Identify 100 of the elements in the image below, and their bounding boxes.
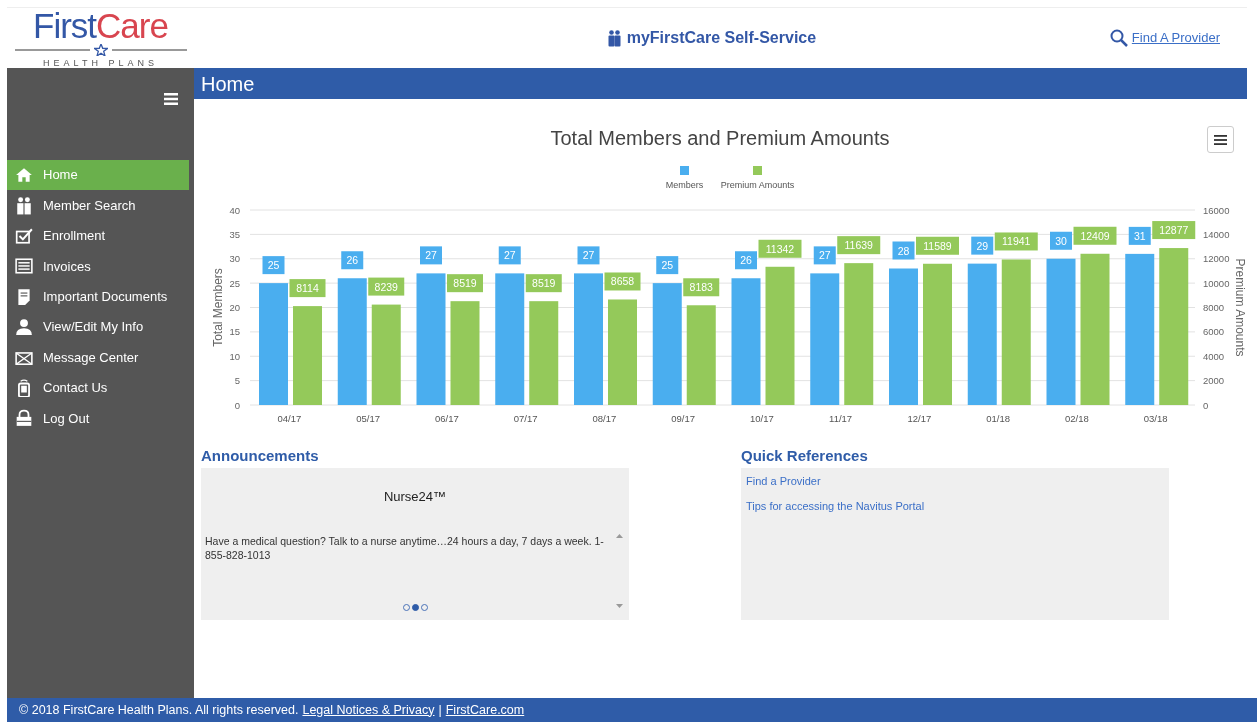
value-label: 11342 bbox=[765, 242, 795, 255]
site-title: myFirstCare Self-Service bbox=[626, 28, 817, 48]
page-title: Home bbox=[201, 71, 255, 97]
axis-tick-label: 6000 bbox=[1203, 326, 1225, 338]
axis-tick-label: 30 bbox=[229, 253, 240, 265]
axis-tick-label: 10/17 bbox=[750, 413, 774, 424]
value-label: 25 bbox=[661, 259, 674, 272]
axis-tick-label: 10 bbox=[229, 350, 240, 362]
people-icon bbox=[15, 196, 33, 215]
label-background bbox=[498, 246, 521, 265]
scroll-down-icon[interactable] bbox=[616, 604, 623, 608]
label-background bbox=[289, 279, 326, 298]
label-background bbox=[525, 274, 562, 293]
axis-tick-label: 11/17 bbox=[829, 413, 853, 424]
legend-label: Members bbox=[665, 180, 704, 190]
axis-tick-label: 16000 bbox=[1203, 204, 1230, 216]
reference-link[interactable]: Tips for accessing the Navitus Portal bbox=[746, 497, 925, 514]
axis-tick-label: 05/17 bbox=[356, 413, 380, 424]
phone-icon bbox=[15, 378, 33, 397]
value-label: 12409 bbox=[1080, 229, 1110, 242]
axis-title: Total Members bbox=[211, 268, 225, 347]
axis-title: Premium Amounts bbox=[1233, 258, 1247, 357]
value-label: 29 bbox=[976, 239, 989, 252]
axis-tick-label: 04/17 bbox=[277, 413, 302, 424]
axis-tick-label: 03/18 bbox=[1143, 413, 1168, 424]
label-background bbox=[262, 256, 285, 275]
sidebar-item[interactable]: Message Center bbox=[7, 342, 189, 373]
checkbox-icon bbox=[15, 226, 33, 245]
label-background bbox=[656, 256, 679, 275]
label-background bbox=[683, 278, 720, 297]
value-label: 28 bbox=[897, 244, 910, 257]
axis-tick-label: 12/17 bbox=[907, 413, 932, 424]
axis-tick-label: 01/18 bbox=[986, 413, 1010, 424]
value-label: 27 bbox=[818, 249, 831, 262]
value-label: 8658 bbox=[610, 275, 635, 288]
sidebar-item[interactable]: Contact Us bbox=[7, 372, 189, 404]
axis-tick-label: 15 bbox=[229, 326, 240, 338]
site-link[interactable]: FirstCare.com bbox=[445, 700, 525, 720]
chart-title: Total Members and Premium Amounts bbox=[550, 127, 890, 149]
value-label: 11639 bbox=[844, 239, 873, 252]
value-label: 11941 bbox=[1002, 235, 1031, 248]
sidebar-item[interactable]: Important Documents bbox=[7, 281, 189, 312]
axis-tick-label: 07/17 bbox=[513, 413, 538, 424]
star-icon bbox=[93, 43, 108, 56]
scroll-up-icon[interactable] bbox=[616, 534, 623, 538]
axis-tick-label: 12000 bbox=[1203, 253, 1230, 265]
axis-tick-label: 25 bbox=[229, 277, 240, 289]
search-icon bbox=[1109, 29, 1128, 47]
sidebar-item[interactable]: Invoices bbox=[7, 251, 189, 282]
value-label: 8519 bbox=[453, 277, 477, 290]
axis-tick-label: 09/17 bbox=[671, 413, 695, 424]
sidebar-item[interactable]: Enrollment bbox=[7, 220, 189, 252]
value-label: 11589 bbox=[923, 239, 952, 252]
value-label: 8239 bbox=[374, 280, 398, 293]
list-icon bbox=[15, 257, 33, 276]
person-icon bbox=[15, 318, 33, 337]
value-label: 25 bbox=[267, 259, 280, 272]
axis-tick-label: 14000 bbox=[1203, 228, 1230, 240]
axis-tick-label: 08/17 bbox=[592, 413, 617, 424]
separator-text: | bbox=[438, 701, 442, 719]
label-background bbox=[368, 277, 405, 296]
value-label: 30 bbox=[1055, 234, 1067, 247]
reference-link[interactable]: Find a Provider bbox=[746, 473, 821, 490]
section-heading: Announcements bbox=[201, 446, 320, 466]
label-background bbox=[604, 272, 641, 291]
brand-logo: FirstCare bbox=[33, 7, 168, 44]
label-background bbox=[447, 274, 483, 293]
legend-label: Premium Amounts bbox=[720, 180, 795, 190]
label-background bbox=[577, 246, 600, 265]
axis-tick-label: 02/18 bbox=[1065, 413, 1089, 424]
logo-tagline: HEALTH PLANS bbox=[43, 56, 158, 70]
axis-tick-label: 10000 bbox=[1203, 277, 1230, 289]
document-icon bbox=[15, 287, 33, 306]
home-icon bbox=[15, 166, 33, 185]
sidebar-item[interactable]: View/Edit My Info bbox=[7, 311, 189, 343]
sidebar-item[interactable]: Member Search bbox=[7, 190, 189, 221]
axis-tick-label: 35 bbox=[229, 228, 240, 240]
chart-menu-button[interactable] bbox=[1207, 126, 1234, 153]
axis-tick-label: 0 bbox=[234, 399, 240, 411]
value-label: 8114 bbox=[296, 282, 319, 295]
copyright-text: © 2018 FirstCare Health Plans. All rights reserved. bbox=[19, 701, 299, 719]
announcement-title: Nurse24™ bbox=[382, 488, 448, 506]
menu-icon bbox=[1214, 134, 1227, 145]
sidebar-item[interactable]: Log Out bbox=[7, 403, 189, 434]
people-icon bbox=[607, 29, 621, 47]
label-background bbox=[341, 251, 364, 270]
menu-icon[interactable] bbox=[164, 93, 178, 105]
value-label: 27 bbox=[425, 249, 437, 262]
value-label: 26 bbox=[346, 254, 359, 267]
axis-tick-label: 20 bbox=[229, 302, 240, 313]
value-label: 8183 bbox=[689, 281, 713, 294]
value-label: 12877 bbox=[1159, 224, 1189, 237]
value-label: 31 bbox=[1133, 229, 1146, 242]
axis-tick-label: 5 bbox=[234, 375, 240, 387]
lock-icon bbox=[15, 409, 33, 428]
axis-tick-label: 0 bbox=[1203, 399, 1209, 411]
value-label: 26 bbox=[740, 254, 752, 267]
find-provider-link[interactable]: Find A Provider bbox=[1131, 28, 1220, 48]
axis-tick-label: 40 bbox=[229, 204, 240, 216]
legal-link[interactable]: Legal Notices & Privacy bbox=[302, 700, 435, 720]
